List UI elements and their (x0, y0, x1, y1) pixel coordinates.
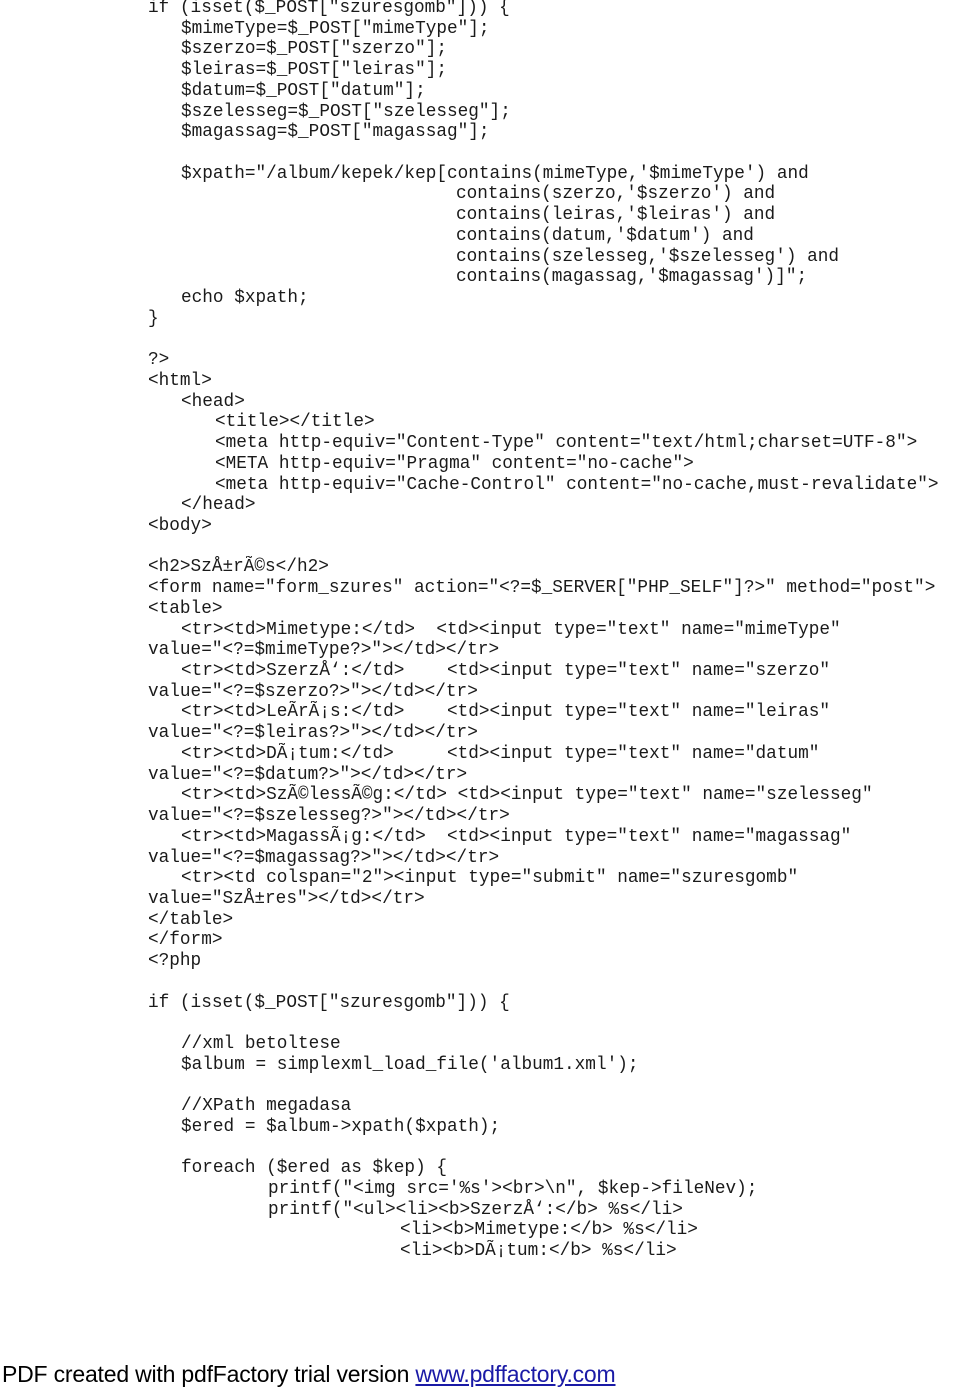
code-line: <tr><td>SzÃ©lessÃ©g:</td> <td><input typ… (181, 785, 873, 806)
code-line: <body> (148, 516, 212, 536)
code-line: foreach ($ered as $kep) { (181, 1158, 447, 1179)
code-listing: if (isset($_POST["szuresgomb"])) { $mime… (0, 0, 960, 1340)
code-line: <title></title> (215, 412, 375, 433)
code-line: $leiras=$_POST["leiras"]; (181, 60, 447, 81)
code-line: <head> (181, 391, 245, 412)
code-line: value="<?=$szerzo?>"></td></tr> (148, 681, 478, 702)
pdffactory-link[interactable]: www.pdffactory.com (415, 1361, 615, 1387)
code-line: $szelesseg=$_POST["szelesseg"]; (181, 101, 511, 122)
code-line: ?> (148, 350, 170, 371)
code-line: if (isset($_POST["szuresgomb"])) { (148, 992, 510, 1013)
code-line: <h2>SzÅ±rÃ©s</h2> (148, 557, 329, 578)
code-line: <tr><td>SzerzÅ‘:</td> <td><input type="t… (181, 661, 831, 682)
code-line: contains(szelesseg,'$szelesseg') and (456, 246, 840, 267)
watermark-text: PDF created with pdfFactory trial versio… (2, 1361, 416, 1387)
code-line: $xpath="/album/kepek/kep[contains(mimeTy… (181, 163, 809, 184)
code-line: printf("<ul><li><b>SzerzÅ‘:</b> %s</li> (268, 1199, 683, 1220)
code-line: $szerzo=$_POST["szerzo"]; (181, 39, 447, 60)
code-line: <table> (148, 598, 223, 619)
code-line: <tr><td>DÃ¡tum:</td> <td><input type="te… (181, 743, 820, 764)
code-line: <tr><td>MagassÃ¡g:</td> <td><input type=… (181, 826, 852, 847)
code-line: <tr><td colspan="2"><input type="submit"… (181, 868, 799, 889)
code-line: <?php (148, 951, 202, 972)
code-line: <meta http-equiv="Content-Type" content=… (215, 433, 918, 454)
code-line: contains(magassag,'$magassag')]"; (456, 267, 808, 288)
code-line: if (isset($_POST["szuresgomb"])) { (148, 0, 510, 18)
code-line: </form> (148, 930, 223, 951)
code-comment: //XPath megadasa (181, 1096, 352, 1117)
code-line: contains(leiras,'$leiras') and (456, 205, 776, 226)
code-line: $datum=$_POST["datum"]; (181, 80, 426, 101)
code-line: <META http-equiv="Pragma" content="no-ca… (215, 453, 694, 474)
code-line: value="<?=$szelesseg?>"></td></tr> (148, 806, 510, 827)
code-line: $magassag=$_POST["magassag"]; (181, 122, 490, 143)
code-line: value="<?=$leiras?>"></td></tr> (148, 723, 478, 744)
pdf-watermark-footer: PDF created with pdfFactory trial versio… (2, 1359, 616, 1389)
code-line: value="<?=$datum?>"></td></tr> (148, 764, 468, 785)
code-comment: //xml betoltese (181, 1034, 341, 1054)
code-line: </head> (181, 495, 256, 516)
code-line: printf("<img src='%s'><br>\n", $kep->fil… (268, 1179, 758, 1200)
code-line: <li><b>Mimetype:</b> %s</li> (400, 1220, 698, 1241)
code-line: $ered = $album->xpath($xpath); (181, 1116, 501, 1137)
code-line: } (148, 308, 159, 329)
code-line: <li><b>DÃ¡tum:</b> %s</li> (400, 1241, 677, 1262)
code-line: value="<?=$magassag?>"></td></tr> (148, 847, 500, 868)
code-line: <tr><td>Mimetype:</td> <td><input type="… (181, 619, 841, 640)
code-line: value="<?=$mimeType?>"></td></tr> (148, 640, 500, 661)
code-line: <meta http-equiv="Cache-Control" content… (215, 474, 939, 495)
code-line: $album = simplexml_load_file('album1.xml… (181, 1054, 639, 1075)
code-line: $mimeType=$_POST["mimeType"]; (181, 18, 490, 39)
code-line: <tr><td>LeÃ­rÃ¡s:</td> <td><input type="… (181, 702, 831, 723)
code-line: echo $xpath; (181, 288, 309, 309)
code-line: contains(szerzo,'$szerzo') and (456, 184, 776, 205)
code-line: </table> (148, 909, 234, 930)
code-line: <form name="form_szures" action="<?=$_SE… (148, 578, 936, 599)
code-line: <html> (148, 370, 212, 391)
code-line: contains(datum,'$datum') and (456, 225, 754, 246)
code-line: value="SzÅ±res"></td></tr> (148, 888, 425, 909)
